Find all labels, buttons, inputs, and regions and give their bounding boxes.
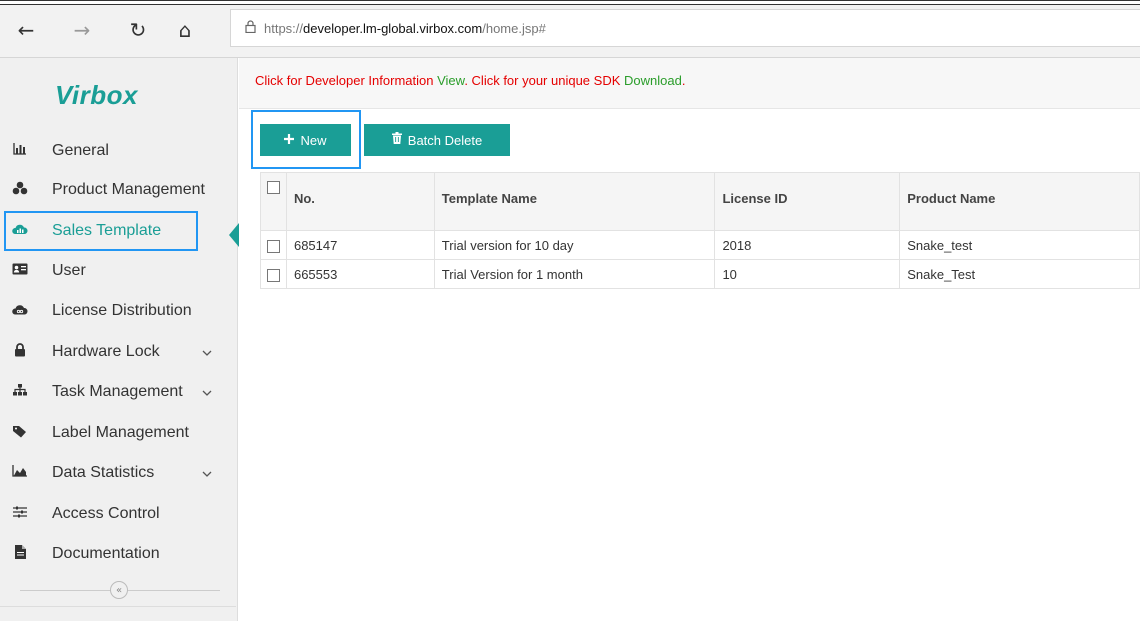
divider	[0, 606, 236, 607]
batch-delete-button-label: Batch Delete	[407, 132, 483, 148]
sidebar-item-general[interactable]: General	[0, 132, 236, 170]
sidebar-item-label: Product Management	[52, 181, 205, 198]
row-checkbox[interactable]	[266, 239, 280, 253]
bar-chart-icon	[10, 143, 30, 159]
table-header-row: No. Template Name License ID Product Nam…	[260, 172, 1140, 231]
row-checkbox[interactable]	[266, 268, 280, 282]
browser-toolbar: ← → ↻ ⌂ https://developer.lm-global.virb…	[0, 0, 1140, 58]
url-host: developer.lm-global.virbox.com	[303, 20, 483, 36]
sidebar-item-label: Documentation	[52, 545, 160, 562]
sidebar-item-user[interactable]: User	[0, 252, 236, 290]
id-card-icon	[10, 263, 30, 279]
chevron-down-icon	[202, 346, 212, 359]
trash-icon	[391, 132, 402, 148]
plus-icon	[284, 133, 295, 148]
forward-icon[interactable]: →	[66, 14, 98, 46]
lock-icon	[10, 343, 30, 361]
sales-template-table: No. Template Name License ID Product Nam…	[260, 172, 1140, 289]
collapse-sidebar-icon[interactable]: «	[110, 581, 128, 599]
sidebar-item-license-distribution[interactable]: License Distribution	[0, 292, 236, 330]
column-header-product-name[interactable]: Product Name	[899, 172, 1140, 231]
cell-no: 665553	[285, 259, 435, 289]
cell-template-name: Trial version for 10 day	[433, 230, 716, 260]
new-button[interactable]: New	[260, 124, 351, 156]
sidebar-item-label: Task Management	[52, 383, 183, 400]
table-row[interactable]: 685147 Trial version for 10 day 2018 Sna…	[260, 230, 1140, 260]
sidebar-item-label: Data Statistics	[52, 464, 155, 481]
notice-text: Click for Developer Information	[255, 73, 438, 88]
cell-product-name: Snake_Test	[899, 259, 1140, 289]
cell-no: 685147	[285, 230, 435, 260]
sidebar-item-label: Hardware Lock	[52, 343, 160, 360]
logo: Virbox	[55, 80, 138, 110]
notice-text: . Click for your unique SDK	[464, 73, 624, 88]
info-notice: Click for Developer Information View. Cl…	[239, 58, 1140, 109]
cell-template-name: Trial Version for 1 month	[433, 259, 716, 289]
window-border	[0, 0, 1140, 5]
notice-text: .	[681, 73, 686, 88]
sidebar-item-task-management[interactable]: Task Management	[0, 373, 236, 411]
column-header-template-name[interactable]: Template Name	[433, 172, 716, 231]
cloud-icon	[10, 303, 30, 319]
sidebar: Virbox General Product Management Sales …	[0, 58, 239, 621]
lock-icon	[245, 19, 256, 37]
chevron-down-icon	[202, 467, 212, 480]
address-bar[interactable]: https://developer.lm-global.virbox.com/h…	[230, 9, 1140, 47]
sliders-icon	[10, 506, 30, 522]
url-scheme: https://	[264, 20, 304, 36]
cell-product-name: Snake_test	[899, 230, 1140, 260]
sdk-download-link[interactable]: Download	[624, 73, 682, 88]
sidebar-item-data-statistics[interactable]: Data Statistics	[0, 454, 236, 492]
sidebar-item-product-management[interactable]: Product Management	[0, 171, 236, 209]
column-header-no[interactable]: No.	[285, 172, 435, 231]
developer-info-view-link[interactable]: View	[437, 73, 464, 88]
cell-license-id: 10	[714, 259, 901, 289]
chevron-down-icon	[202, 386, 212, 399]
sidebar-item-access-control[interactable]: Access Control	[0, 495, 236, 533]
sidebar-item-label: Label Management	[52, 424, 189, 441]
cubes-icon	[10, 181, 30, 199]
row-select-cell	[260, 259, 287, 289]
file-icon	[10, 545, 30, 563]
refresh-icon[interactable]: ↻	[122, 14, 154, 46]
sidebar-item-label: License Distribution	[52, 302, 192, 319]
sidebar-item-label: Access Control	[52, 505, 160, 522]
active-indicator	[229, 223, 239, 247]
sales-template-highlight	[4, 211, 198, 251]
sidebar-item-documentation[interactable]: Documentation	[0, 535, 236, 573]
column-header-license-id[interactable]: License ID	[714, 172, 901, 231]
new-button-label: New	[300, 132, 327, 148]
sidebar-item-label: User	[52, 262, 86, 279]
sidebar-item-hardware-lock[interactable]: Hardware Lock	[0, 333, 236, 371]
tags-icon	[10, 425, 30, 442]
table-row[interactable]: 665553 Trial Version for 1 month 10 Snak…	[260, 259, 1140, 289]
sidebar-item-label: General	[52, 142, 109, 159]
row-select-cell	[260, 230, 287, 260]
sitemap-icon	[10, 384, 30, 400]
home-icon[interactable]: ⌂	[169, 14, 201, 46]
select-all-checkbox[interactable]	[266, 181, 280, 194]
sidebar-item-label-management[interactable]: Label Management	[0, 414, 236, 452]
select-all-cell	[260, 172, 287, 231]
cell-license-id: 2018	[714, 230, 901, 260]
back-icon[interactable]: ←	[10, 14, 42, 46]
batch-delete-button[interactable]: Batch Delete	[364, 124, 510, 156]
area-chart-icon	[10, 465, 30, 481]
url-path: /home.jsp#	[482, 20, 546, 36]
